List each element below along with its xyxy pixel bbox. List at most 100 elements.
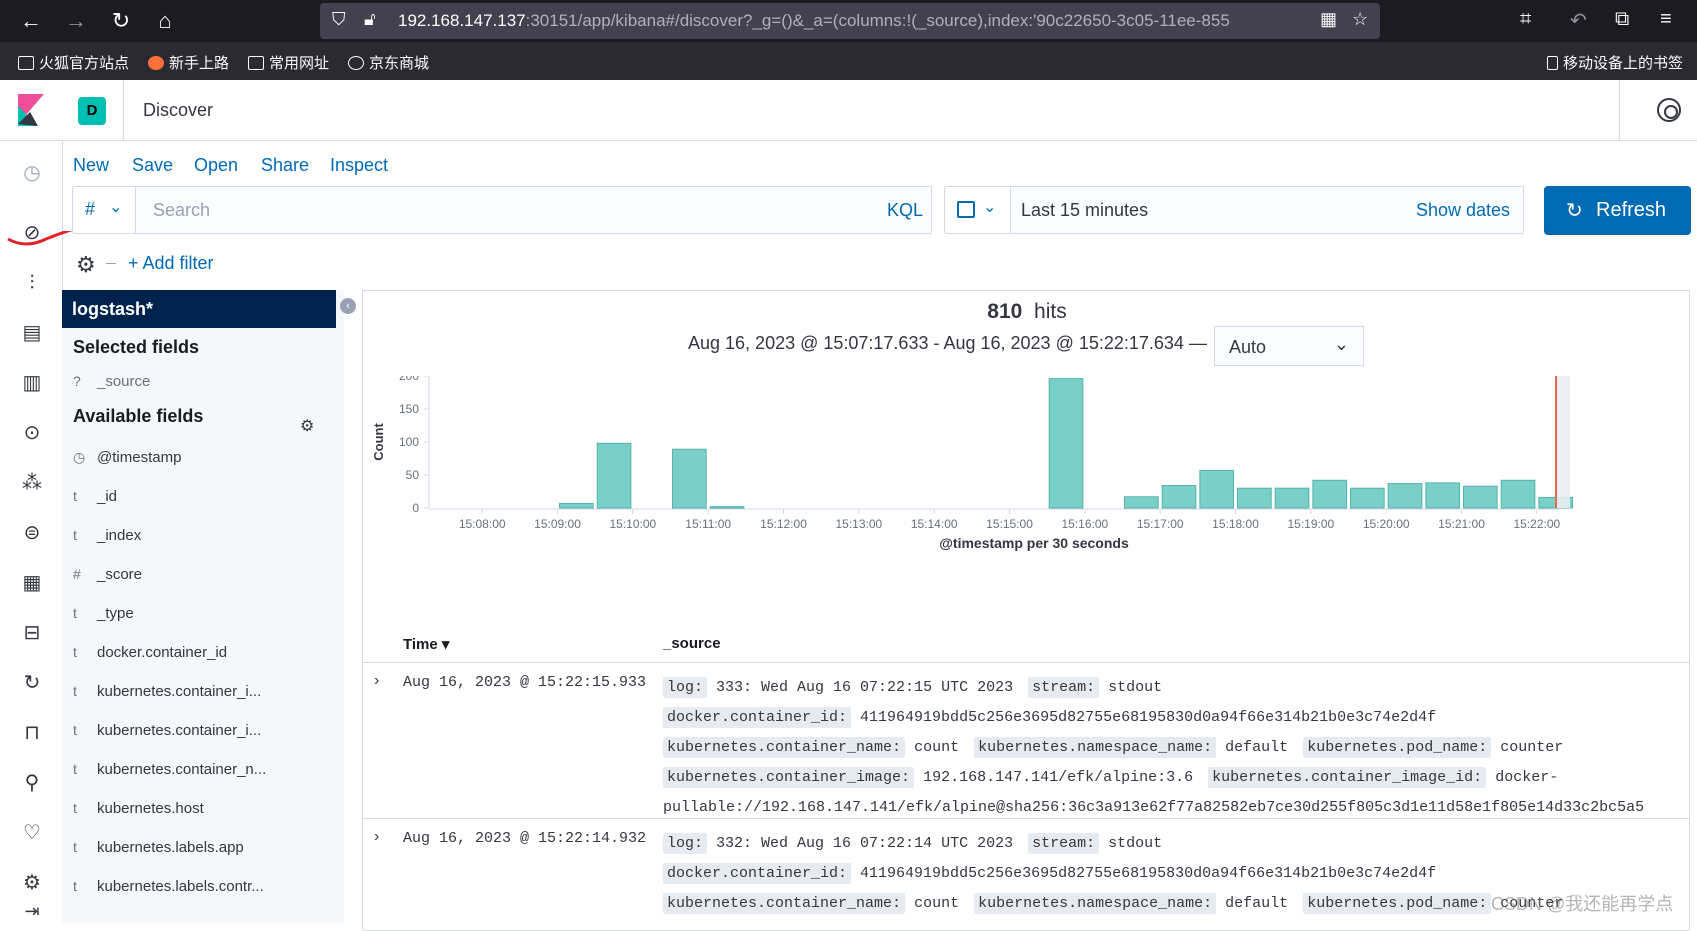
histogram-bar (672, 448, 707, 509)
available-field[interactable]: t kubernetes.labels.app (73, 839, 244, 863)
available-field[interactable]: t _index (73, 527, 141, 551)
y-tick-label: 50 (406, 468, 420, 482)
source-field: kubernetes.namespace_name: default (974, 737, 1288, 758)
qr-code-icon[interactable]: ▦ (1320, 9, 1337, 30)
selected-field[interactable]: ? _source (73, 373, 150, 397)
home-icon[interactable]: ⌂ (150, 6, 180, 36)
field-name: kubernetes.host (97, 800, 204, 817)
expand-chevron-icon[interactable]: › (374, 828, 379, 846)
index-pattern-selector[interactable]: logstash* (62, 290, 336, 328)
monitoring-icon[interactable]: ♡ (20, 821, 44, 845)
collapse-sidebar-icon[interactable]: ‹ (340, 298, 356, 314)
sort-down-icon[interactable]: ▾ (442, 636, 450, 653)
field-name: kubernetes.container_i... (97, 683, 262, 700)
space-avatar[interactable]: D (78, 97, 106, 125)
crop-icon[interactable]: ⌗ (1520, 8, 1531, 31)
column-header-source[interactable]: _source (663, 635, 721, 652)
bookmark-item[interactable]: 火狐官方站点 (18, 52, 129, 73)
source-field-key: stream: (1028, 833, 1100, 854)
share-button[interactable]: Share (261, 155, 309, 176)
source-field: kubernetes.container_name: count (663, 737, 959, 758)
available-field[interactable]: t docker.container_id (73, 644, 227, 668)
table-row[interactable]: › Aug 16, 2023 @ 15:22:15.933 log: 333: We… (363, 663, 1689, 819)
star-icon[interactable]: ☆ (1352, 9, 1368, 30)
filter-gear-icon[interactable]: ⚙ (76, 252, 96, 278)
url-bar[interactable]: ⛉ 🔓︎ 192.168.147.137:30151/app/kibana#/d… (320, 3, 1380, 39)
forward-arrow-icon[interactable]: → (61, 6, 91, 36)
save-button[interactable]: Save (132, 155, 173, 176)
quick-select-button[interactable]: ⌄ (945, 187, 1011, 233)
doc-table-header: Time ▾ _source (363, 625, 1689, 663)
show-dates-link[interactable]: Show dates (1416, 200, 1510, 221)
siem-lock-icon[interactable]: ⊓ (20, 721, 44, 745)
recent-clock-icon[interactable]: ◷ (20, 161, 44, 185)
kql-toggle[interactable]: KQL (887, 200, 923, 221)
apm-icon[interactable]: ⊟ (20, 621, 44, 645)
source-field-key: kubernetes.container_image_id: (1208, 767, 1487, 788)
ml-icon[interactable]: ⁂ (20, 471, 44, 495)
url-text[interactable]: 192.168.147.137:30151/app/kibana#/discov… (398, 11, 1308, 31)
uptime-icon[interactable]: ↻ (20, 671, 44, 695)
available-field[interactable]: t kubernetes.container_i... (73, 683, 261, 707)
bookmark-item[interactable]: 京东商城 (348, 52, 429, 73)
histogram-bar (1237, 487, 1272, 509)
page-title: Discover (143, 100, 214, 120)
x-tick-label: 15:22:00 (1514, 517, 1561, 531)
bookmarks-bar: 火狐官方站点 新手上路 常用网址 京东商城 移动设备上的书签 (0, 42, 1697, 80)
field-name: _id (97, 488, 118, 505)
histogram-chart[interactable]: 0 50 100 150 200 Count 15:08:00 15:09:00 15:10:0… (363, 376, 1691, 596)
canvas-icon[interactable]: ▥ (20, 371, 44, 395)
dev-tools-icon[interactable]: ⚲ (20, 771, 44, 795)
shield-icon[interactable]: ⛉ (332, 9, 346, 30)
available-field[interactable]: t kubernetes.host (73, 800, 204, 824)
refresh-button[interactable]: ↻ Refresh (1544, 186, 1691, 235)
source-field: log: 332: Wed Aug 16 07:22:14 UTC 2023 (663, 833, 1013, 854)
x-tick-label: 15:21:00 (1438, 517, 1485, 531)
source-field-key: log: (663, 833, 708, 854)
source-field: kubernetes.pod_name: counter (1303, 737, 1563, 758)
available-field[interactable]: t _id (73, 488, 117, 512)
visualize-icon[interactable]: ⫶ (20, 271, 44, 295)
search-input[interactable]: Search (153, 200, 210, 221)
expand-chevron-icon[interactable]: › (374, 672, 379, 690)
reload-icon[interactable]: ↻ (106, 6, 136, 36)
open-button[interactable]: Open (194, 155, 238, 176)
extensions-icon[interactable]: ⧉ (1615, 8, 1629, 31)
inspect-button[interactable]: Inspect (330, 155, 388, 176)
available-field[interactable]: ◷ @timestamp (73, 449, 181, 473)
source-field-value: default (1225, 895, 1289, 912)
back-arrow-icon[interactable]: ← (16, 6, 46, 36)
available-field[interactable]: t _type (73, 605, 134, 629)
bookmark-item[interactable]: 新手上路 (148, 52, 229, 73)
management-gear-icon[interactable]: ⚙ (20, 871, 44, 895)
interval-select[interactable]: Auto ⌄ (1214, 326, 1364, 366)
query-language-switcher[interactable]: # ⌄ (73, 187, 136, 233)
new-button[interactable]: New (73, 155, 109, 176)
field-settings-gear-icon[interactable]: ⚙ (300, 416, 314, 436)
kibana-logo-icon[interactable] (18, 94, 44, 126)
bookmark-item[interactable]: 常用网址 (248, 52, 329, 73)
available-field[interactable]: # _score (73, 566, 142, 590)
available-field[interactable]: t kubernetes.labels.contr... (73, 878, 264, 902)
help-icon[interactable] (1657, 98, 1681, 122)
lock-warning-icon[interactable]: 🔓︎ (364, 9, 376, 30)
x-tick-label: 15:17:00 (1137, 517, 1184, 531)
available-field[interactable]: t kubernetes.container_n... (73, 761, 266, 785)
infrastructure-icon[interactable]: ⊜ (20, 521, 44, 545)
add-filter-button[interactable]: + Add filter (128, 253, 214, 274)
available-field[interactable]: t kubernetes.container_i... (73, 722, 261, 746)
logs-icon[interactable]: ▦ (20, 571, 44, 595)
x-tick-label: 15:10:00 (610, 517, 657, 531)
field-type-icon: t (73, 683, 77, 699)
menu-icon[interactable]: ≡ (1660, 8, 1672, 31)
maps-icon[interactable]: ⊙ (20, 421, 44, 445)
dashboard-icon[interactable]: ▤ (20, 321, 44, 345)
field-name: kubernetes.labels.contr... (97, 878, 264, 895)
row-timestamp: Aug 16, 2023 @ 15:22:15.933 (403, 674, 647, 691)
time-range[interactable]: Last 15 minutes (1021, 200, 1148, 221)
collapse-nav-icon[interactable]: ⇥ (20, 899, 44, 923)
mobile-bookmarks[interactable]: 移动设备上的书签 (1547, 52, 1683, 73)
query-bar: # ⌄ Search KQL (72, 186, 932, 234)
column-header-time[interactable]: Time ▾ (403, 635, 449, 653)
undo-icon[interactable]: ↶ (1570, 8, 1587, 33)
